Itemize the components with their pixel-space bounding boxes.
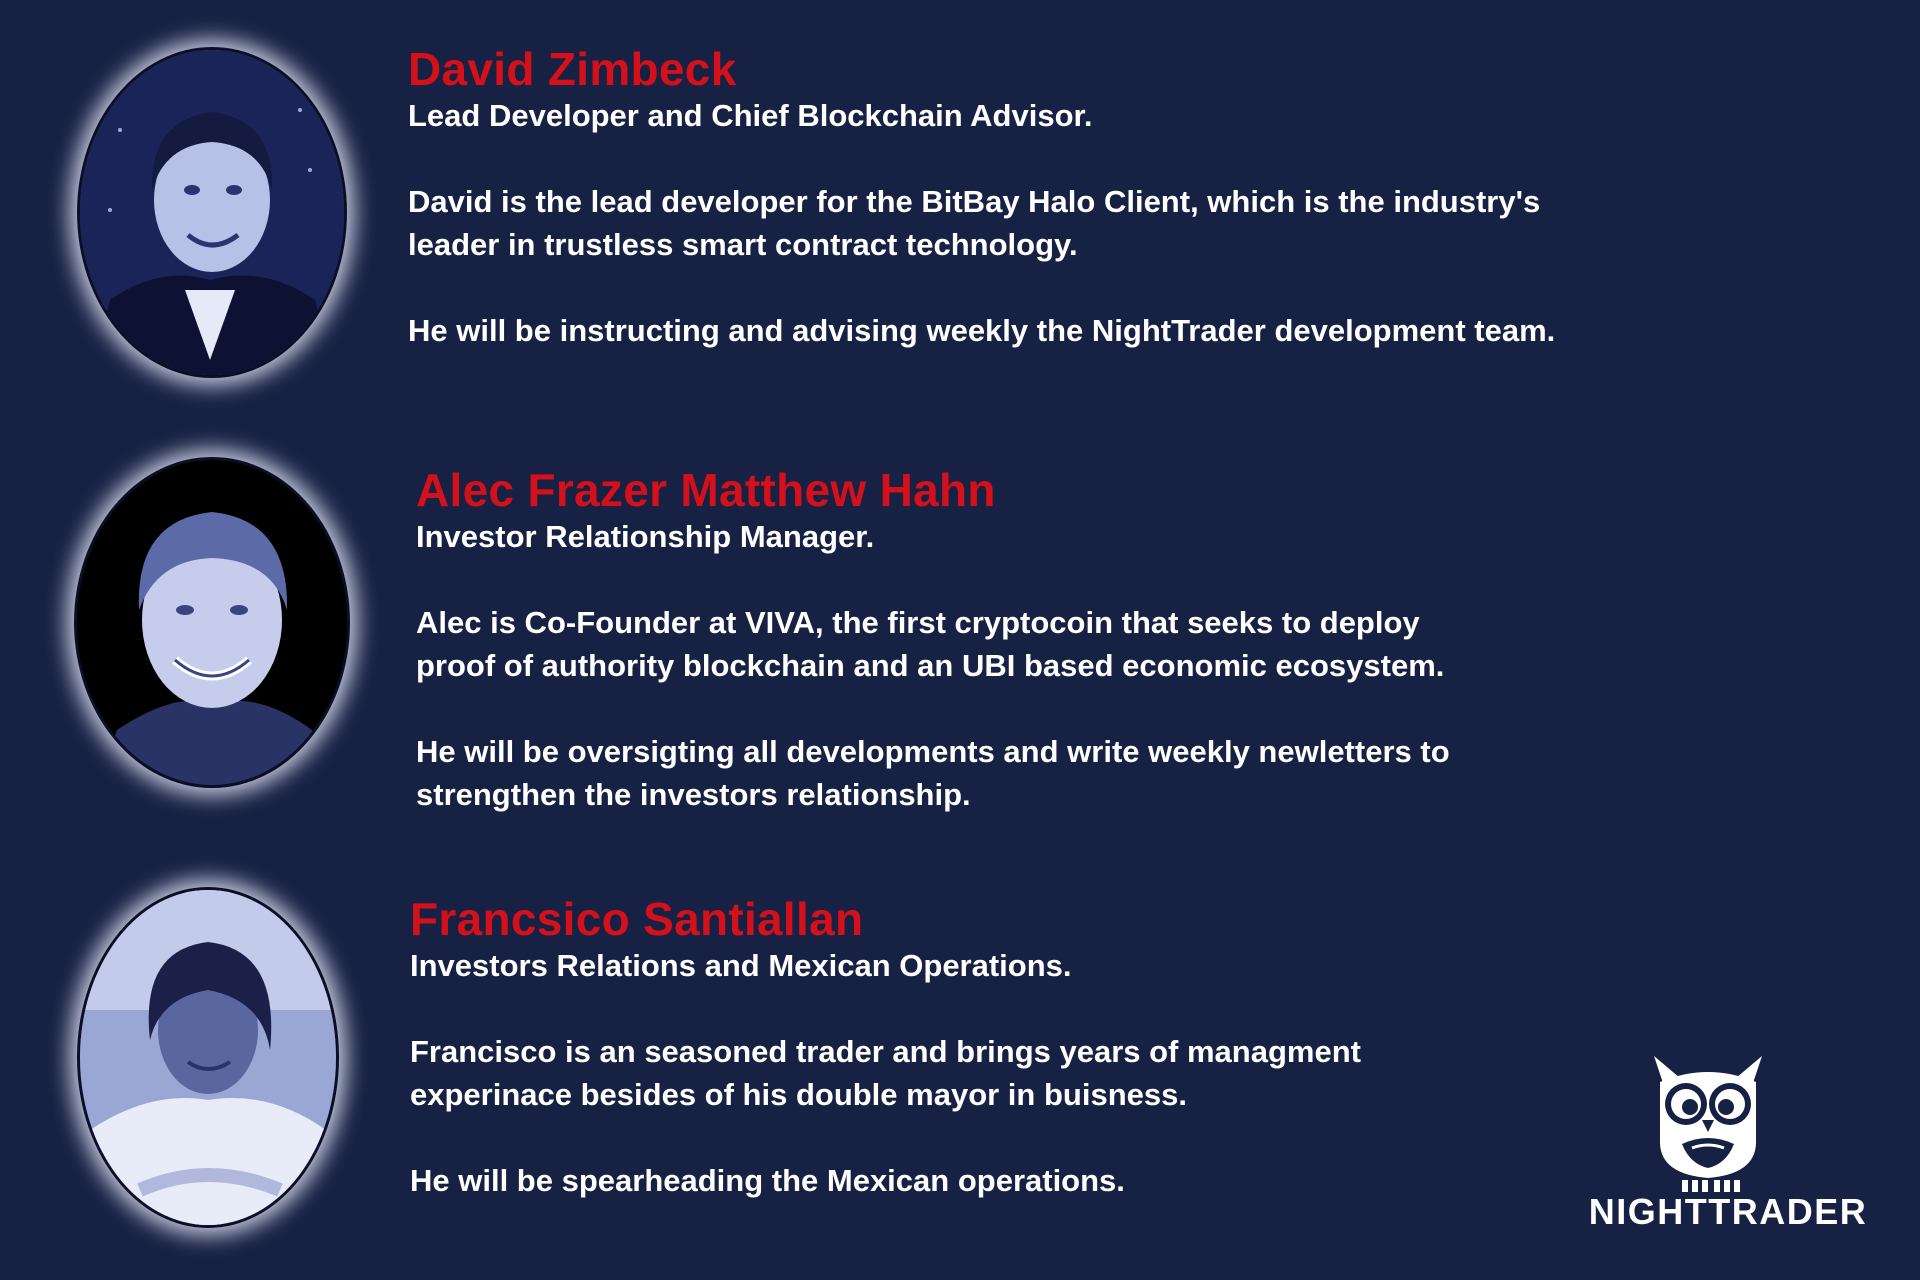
member-role: Lead Developer and Chief Blockchain Advi… (408, 98, 1093, 133)
member-name: David Zimbeck (408, 43, 737, 95)
member-name: Francsico Santiallan (410, 893, 864, 945)
member-text-david: David Zimbeck Lead Developer and Chief B… (408, 44, 1555, 395)
member-name: Alec Frazer Matthew Hahn (416, 464, 996, 516)
portrait-photo-alec (77, 460, 347, 785)
member-bio: He will be instructing and advising week… (408, 313, 1556, 348)
nighttrader-logo: NIGHTTRADER (1570, 1052, 1886, 1232)
member-text-francisco: Francsico Santiallan Investors Relations… (410, 894, 1361, 1245)
member-bio: Francisco is an seasoned trader and brin… (410, 1034, 1361, 1112)
member-bio: He will be oversigting all developments … (416, 734, 1450, 812)
member-bio: Alec is Co-Founder at VIVA, the first cr… (416, 605, 1445, 683)
portrait-photo-francisco (80, 890, 336, 1225)
member-bio: David is the lead developer for the BitB… (408, 184, 1541, 262)
logo-wordmark: NIGHTTRADER (1588, 1191, 1868, 1232)
member-role: Investor Relationship Manager. (416, 519, 875, 554)
member-role: Investors Relations and Mexican Operatio… (410, 948, 1072, 983)
member-bio: He will be spearheading the Mexican oper… (410, 1163, 1125, 1198)
member-text-alec: Alec Frazer Matthew Hahn Investor Relati… (416, 465, 1450, 859)
portrait-photo-david (80, 50, 344, 375)
owl-icon (1646, 1052, 1770, 1192)
